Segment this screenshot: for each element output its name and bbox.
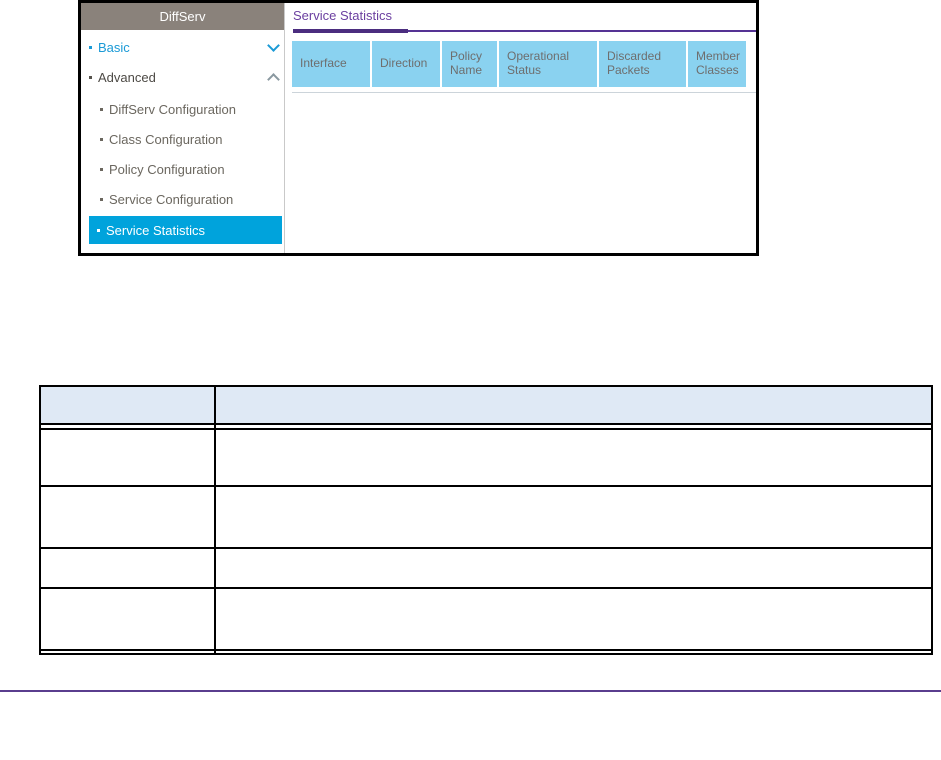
bullet-icon bbox=[100, 197, 103, 201]
doc-table-cell bbox=[41, 487, 216, 547]
figure-main-panel: Service Statistics Interface Direction P… bbox=[286, 3, 756, 253]
page-title: Service Statistics bbox=[293, 8, 392, 23]
sidebar-item-label: Basic bbox=[98, 39, 130, 55]
chevron-up-icon bbox=[267, 73, 280, 86]
doc-table-header-cell bbox=[41, 387, 216, 423]
sidebar-item-label: Advanced bbox=[98, 69, 156, 85]
bullet-icon bbox=[89, 75, 92, 79]
doc-table-cell bbox=[41, 589, 216, 649]
table-header-underline bbox=[292, 92, 756, 93]
column-divider bbox=[214, 387, 216, 653]
column-header-policy-name: Policy Name bbox=[442, 41, 497, 87]
bullet-icon bbox=[100, 167, 103, 171]
column-header-member-classes: Member Classes bbox=[688, 41, 746, 87]
description-table bbox=[39, 385, 933, 655]
doc-table-cell bbox=[41, 549, 216, 587]
column-header-operational-status: Operational Status bbox=[499, 41, 597, 87]
bullet-icon bbox=[89, 45, 92, 49]
description-table-header-row bbox=[41, 387, 931, 425]
sidebar-item-label: Service Configuration bbox=[109, 191, 234, 207]
sidebar-item-service-configuration[interactable]: Service Configuration bbox=[81, 185, 303, 213]
column-header-discarded-packets: Discarded Packets bbox=[599, 41, 686, 87]
sidebar-item-basic[interactable]: Basic bbox=[81, 33, 292, 61]
doc-table-cell bbox=[216, 589, 931, 649]
sidebar-item-diffserv-configuration[interactable]: DiffServ Configuration bbox=[81, 95, 303, 123]
sidebar-item-label: DiffServ Configuration bbox=[109, 101, 236, 117]
doc-table-header-cell bbox=[216, 387, 931, 423]
column-header-interface: Interface bbox=[292, 41, 370, 87]
sidebar-item-policy-configuration[interactable]: Policy Configuration bbox=[81, 155, 303, 183]
title-underline-thick bbox=[293, 29, 408, 33]
sidebar-item-service-statistics[interactable]: Service Statistics bbox=[89, 216, 282, 244]
sidebar: DiffServ Basic Advanced DiffServ Configu… bbox=[81, 3, 285, 253]
sidebar-item-label: Service Statistics bbox=[106, 222, 205, 238]
title-underline-thin bbox=[408, 30, 756, 32]
doc-table-cell bbox=[216, 430, 931, 485]
chevron-down-icon bbox=[267, 39, 280, 52]
bullet-icon bbox=[100, 107, 103, 111]
sidebar-item-advanced[interactable]: Advanced bbox=[81, 63, 292, 91]
bullet-icon bbox=[97, 228, 100, 232]
doc-table-cell bbox=[41, 430, 216, 485]
sidebar-title: DiffServ bbox=[81, 3, 284, 30]
table-row bbox=[41, 487, 931, 549]
table-row bbox=[41, 549, 931, 589]
sidebar-item-label: Policy Configuration bbox=[109, 161, 225, 177]
bullet-icon bbox=[100, 137, 103, 141]
sidebar-item-class-configuration[interactable]: Class Configuration bbox=[81, 125, 303, 153]
table-row bbox=[41, 430, 931, 487]
footer-rule bbox=[0, 690, 941, 692]
doc-table-cell bbox=[216, 549, 931, 587]
column-header-direction: Direction bbox=[372, 41, 440, 87]
figure-service-statistics-screenshot: DiffServ Basic Advanced DiffServ Configu… bbox=[78, 0, 759, 256]
sidebar-item-label: Class Configuration bbox=[109, 131, 223, 147]
doc-table-cell bbox=[216, 487, 931, 547]
table-row bbox=[41, 589, 931, 651]
